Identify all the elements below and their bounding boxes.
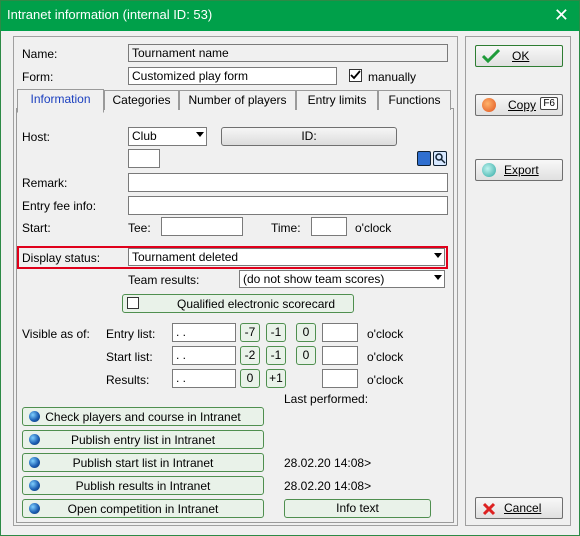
- manually-checkbox[interactable]: [349, 69, 362, 82]
- form-field[interactable]: Customized play form: [128, 67, 337, 85]
- team-results-label: Team results:: [128, 273, 200, 287]
- oclock-label: o'clock: [355, 221, 392, 235]
- start-offset-minus2[interactable]: -2: [240, 346, 260, 365]
- intranet-info-dialog: Intranet information (internal ID: 53) ✕…: [0, 0, 580, 536]
- results-time[interactable]: [322, 369, 358, 388]
- ok-label: OK: [512, 49, 530, 63]
- team-results-value: (do not show team scores): [243, 272, 385, 286]
- display-status-value: Tournament deleted: [132, 250, 239, 264]
- ok-button[interactable]: OK: [475, 45, 563, 67]
- publish-results-label: Publish results in Intranet: [75, 479, 211, 493]
- copy-shortcut-key: F6: [540, 97, 558, 110]
- display-status-label: Display status:: [22, 251, 101, 265]
- window-title: Intranet information (internal ID: 53): [7, 7, 213, 22]
- cancel-button[interactable]: Cancel: [475, 497, 563, 519]
- entry-offset-minus7[interactable]: -7: [240, 323, 260, 342]
- id-button[interactable]: ID:: [221, 127, 397, 146]
- publish-entry-label: Publish entry list in Intranet: [70, 433, 216, 447]
- host-label: Host:: [22, 130, 51, 144]
- chevron-down-icon: [196, 132, 204, 137]
- entry-oclock: o'clock: [367, 327, 404, 341]
- export-button[interactable]: Export: [475, 159, 563, 181]
- display-status-select[interactable]: Tournament deleted: [128, 248, 445, 266]
- tab-number-of-players[interactable]: Number of players: [179, 90, 296, 110]
- start-oclock: o'clock: [367, 350, 404, 364]
- cancel-label: Cancel: [504, 501, 542, 515]
- tee-label: Tee:: [128, 221, 151, 235]
- results-oclock: o'clock: [367, 373, 404, 387]
- entry-offset-0[interactable]: 0: [296, 323, 316, 342]
- checkmark-icon: [482, 49, 500, 63]
- checkmark-icon: [350, 70, 361, 80]
- close-icon[interactable]: ✕: [554, 5, 569, 25]
- entry-fee-field[interactable]: [128, 196, 448, 215]
- start-label: Start:: [22, 221, 51, 235]
- chevron-down-icon: [434, 253, 442, 258]
- chevron-down-icon: [434, 275, 442, 280]
- host-value: Club: [132, 129, 157, 143]
- title-bar: Intranet information (internal ID: 53) ✕: [1, 1, 579, 31]
- entry-list-date[interactable]: . .: [172, 323, 236, 342]
- publish-start-label: Publish start list in Intranet: [72, 456, 214, 470]
- qualified-scorecard-button[interactable]: Qualified electronic scorecard: [122, 294, 354, 313]
- export-icon: [482, 163, 496, 177]
- entry-offset-minus1[interactable]: -1: [266, 323, 286, 342]
- start-list-date[interactable]: . .: [172, 346, 236, 365]
- check-players-label: Check players and course in Intranet: [45, 410, 241, 424]
- tab-entry-limits[interactable]: Entry limits: [296, 90, 378, 110]
- remark-field[interactable]: [128, 173, 448, 192]
- qualified-label: Qualified electronic scorecard: [177, 297, 336, 311]
- results-date[interactable]: . .: [172, 369, 236, 388]
- publish-results-button[interactable]: Publish results in Intranet: [22, 476, 264, 495]
- tab-categories[interactable]: Categories: [104, 90, 179, 110]
- start-offset-0[interactable]: 0: [296, 346, 316, 365]
- form-label: Form:: [22, 70, 54, 84]
- time-label: Time:: [271, 221, 301, 235]
- entry-fee-label: Entry fee info:: [22, 199, 97, 213]
- start-offset-minus1[interactable]: -1: [266, 346, 286, 365]
- results-label: Results:: [106, 373, 150, 387]
- publish-start-date: 28.02.20 14:08>: [284, 456, 372, 470]
- check-players-button[interactable]: Check players and course in Intranet: [22, 407, 264, 426]
- copy-button[interactable]: Copy F6: [475, 94, 563, 116]
- tee-field[interactable]: [161, 217, 243, 236]
- start-list-label: Start list:: [106, 350, 153, 364]
- name-field[interactable]: Tournament name: [128, 44, 448, 62]
- tab-information[interactable]: Information: [17, 89, 104, 113]
- open-competition-button[interactable]: Open competition in Intranet: [22, 499, 264, 518]
- copy-label: Copy: [508, 98, 537, 112]
- publish-entry-button[interactable]: Publish entry list in Intranet: [22, 430, 264, 449]
- host-code-field[interactable]: [128, 149, 160, 168]
- copy-icon: [482, 98, 496, 112]
- visible-as-of-label: Visible as of:: [22, 327, 90, 341]
- open-competition-label: Open competition in Intranet: [67, 502, 219, 516]
- info-text-button[interactable]: Info text: [284, 499, 431, 518]
- search-icon[interactable]: [433, 151, 447, 166]
- last-performed-label: Last performed:: [284, 392, 369, 406]
- tab-functions[interactable]: Functions: [378, 90, 451, 110]
- calendar-icon[interactable]: [417, 151, 431, 166]
- remark-label: Remark:: [22, 176, 68, 190]
- results-offset-plus1[interactable]: +1: [266, 369, 286, 388]
- time-field[interactable]: [311, 217, 347, 236]
- start-list-time[interactable]: [322, 346, 358, 365]
- host-select[interactable]: Club: [128, 127, 207, 146]
- export-label: Export: [504, 163, 539, 177]
- name-label: Name:: [22, 47, 58, 61]
- entry-list-label: Entry list:: [106, 327, 156, 341]
- team-results-select[interactable]: (do not show team scores): [239, 270, 445, 288]
- publish-results-date: 28.02.20 14:08>: [284, 479, 372, 493]
- results-offset-0[interactable]: 0: [240, 369, 260, 388]
- entry-list-time[interactable]: [322, 323, 358, 342]
- manually-label: manually: [368, 70, 417, 84]
- publish-start-button[interactable]: Publish start list in Intranet: [22, 453, 264, 472]
- qualified-checkbox[interactable]: [127, 297, 139, 309]
- cancel-icon: [482, 502, 496, 516]
